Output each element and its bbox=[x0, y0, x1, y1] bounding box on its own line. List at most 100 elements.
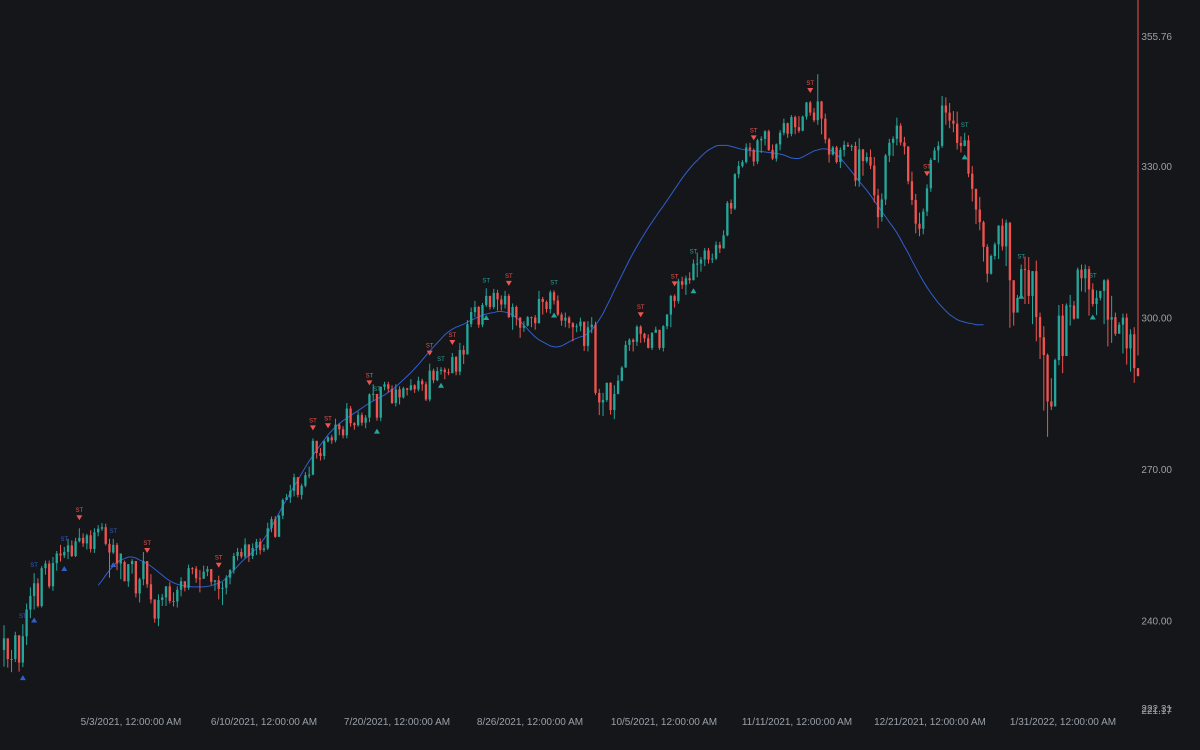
signal-marker: ST bbox=[309, 418, 317, 431]
candle-body bbox=[334, 424, 337, 441]
candle-body bbox=[500, 299, 503, 305]
candle bbox=[63, 546, 66, 559]
candle bbox=[665, 314, 669, 330]
candle bbox=[14, 631, 17, 663]
candle-body bbox=[424, 384, 428, 400]
candle-body bbox=[164, 586, 168, 598]
signal-label: ST bbox=[448, 333, 456, 339]
candle-body bbox=[330, 437, 333, 441]
candle-body bbox=[1106, 280, 1110, 320]
triangle-up-icon bbox=[373, 428, 380, 434]
candle-body bbox=[579, 321, 582, 327]
candle bbox=[711, 253, 714, 264]
candle-body bbox=[805, 102, 808, 117]
chart-canvas[interactable]: ST ST ST ST ST ST ST ST ST ST ST ST ST ST ST ST ST ST ST ST… bbox=[0, 0, 1200, 750]
candle bbox=[1133, 327, 1136, 383]
candlestick-chart[interactable]: ST ST ST ST ST ST ST ST ST ST ST ST ST ST ST ST ST ST ST ST… bbox=[0, 0, 1200, 750]
candle bbox=[888, 138, 891, 163]
signal-label: ST bbox=[482, 278, 490, 284]
candle bbox=[17, 635, 21, 672]
candle bbox=[530, 316, 533, 328]
candle bbox=[176, 586, 179, 608]
candle bbox=[1076, 267, 1079, 319]
candle bbox=[722, 230, 725, 249]
candle-body bbox=[858, 149, 861, 181]
candle bbox=[910, 171, 914, 205]
candle bbox=[963, 132, 966, 147]
candle bbox=[364, 415, 367, 429]
candle bbox=[402, 386, 405, 399]
candle bbox=[842, 140, 846, 157]
candle-body bbox=[1076, 269, 1079, 319]
candle-body bbox=[225, 577, 228, 588]
candle-body bbox=[85, 535, 89, 544]
candle bbox=[737, 161, 740, 179]
candle bbox=[662, 325, 665, 352]
signal-marker: ST bbox=[324, 416, 332, 429]
candle bbox=[6, 638, 9, 668]
candle-body bbox=[842, 144, 846, 150]
candle-body bbox=[662, 326, 665, 348]
candle bbox=[556, 295, 559, 317]
triangle-down-icon bbox=[671, 281, 678, 287]
candle bbox=[952, 111, 955, 133]
signal-label: ST bbox=[366, 373, 374, 379]
candle bbox=[130, 559, 134, 574]
candle-body bbox=[537, 298, 541, 324]
candle-body bbox=[55, 553, 58, 564]
candle-body bbox=[481, 304, 484, 325]
candle-body bbox=[172, 600, 175, 602]
candle-body bbox=[631, 339, 635, 342]
candle bbox=[243, 538, 247, 559]
signal-label: ST bbox=[426, 344, 434, 350]
triangle-up-icon bbox=[19, 675, 26, 681]
candle-body bbox=[552, 292, 556, 301]
candle bbox=[36, 578, 40, 608]
candle bbox=[511, 303, 514, 330]
candle-body bbox=[48, 563, 51, 587]
candle bbox=[579, 317, 582, 332]
signal-label: ST bbox=[1089, 273, 1097, 279]
signal-marker: ST bbox=[806, 81, 814, 93]
candle-body bbox=[522, 325, 526, 328]
candle bbox=[345, 402, 349, 439]
candle-body bbox=[756, 140, 759, 162]
candle bbox=[1110, 295, 1113, 343]
candle-body bbox=[402, 388, 405, 398]
candle-body bbox=[1020, 269, 1023, 298]
candle bbox=[552, 290, 556, 305]
candle-body bbox=[733, 174, 737, 209]
candle-body bbox=[1072, 305, 1076, 319]
candle bbox=[477, 306, 480, 328]
candle-body bbox=[598, 392, 601, 403]
candle-body bbox=[217, 580, 220, 589]
candle bbox=[59, 544, 62, 562]
candle bbox=[1121, 313, 1125, 354]
candle-body bbox=[801, 116, 804, 131]
candle-body bbox=[518, 317, 522, 328]
candle-body bbox=[262, 548, 266, 550]
candle-body bbox=[372, 393, 375, 395]
candle-body bbox=[1069, 305, 1072, 307]
candle bbox=[496, 289, 499, 311]
candle-body bbox=[356, 415, 360, 426]
candle-body bbox=[647, 338, 650, 348]
candle-body bbox=[81, 537, 85, 544]
candle-body bbox=[997, 225, 1000, 245]
signal-label: ST bbox=[671, 274, 679, 280]
candle-body bbox=[1114, 317, 1117, 334]
candle bbox=[778, 130, 782, 151]
candle bbox=[375, 393, 379, 421]
x-axis: 5/3/2021, 12:00:00 AM 6/10/2021, 12:00:00… bbox=[81, 717, 1116, 728]
candles-layer bbox=[2, 0, 1140, 673]
candle bbox=[10, 649, 13, 673]
candle bbox=[274, 516, 277, 538]
candle bbox=[605, 382, 608, 402]
candle-body bbox=[191, 568, 194, 570]
candle-body bbox=[213, 580, 217, 582]
candle bbox=[247, 544, 251, 563]
triangle-up-icon bbox=[31, 617, 38, 623]
candle-body bbox=[1027, 270, 1030, 296]
candle-body bbox=[1035, 271, 1038, 318]
candle bbox=[334, 418, 337, 443]
